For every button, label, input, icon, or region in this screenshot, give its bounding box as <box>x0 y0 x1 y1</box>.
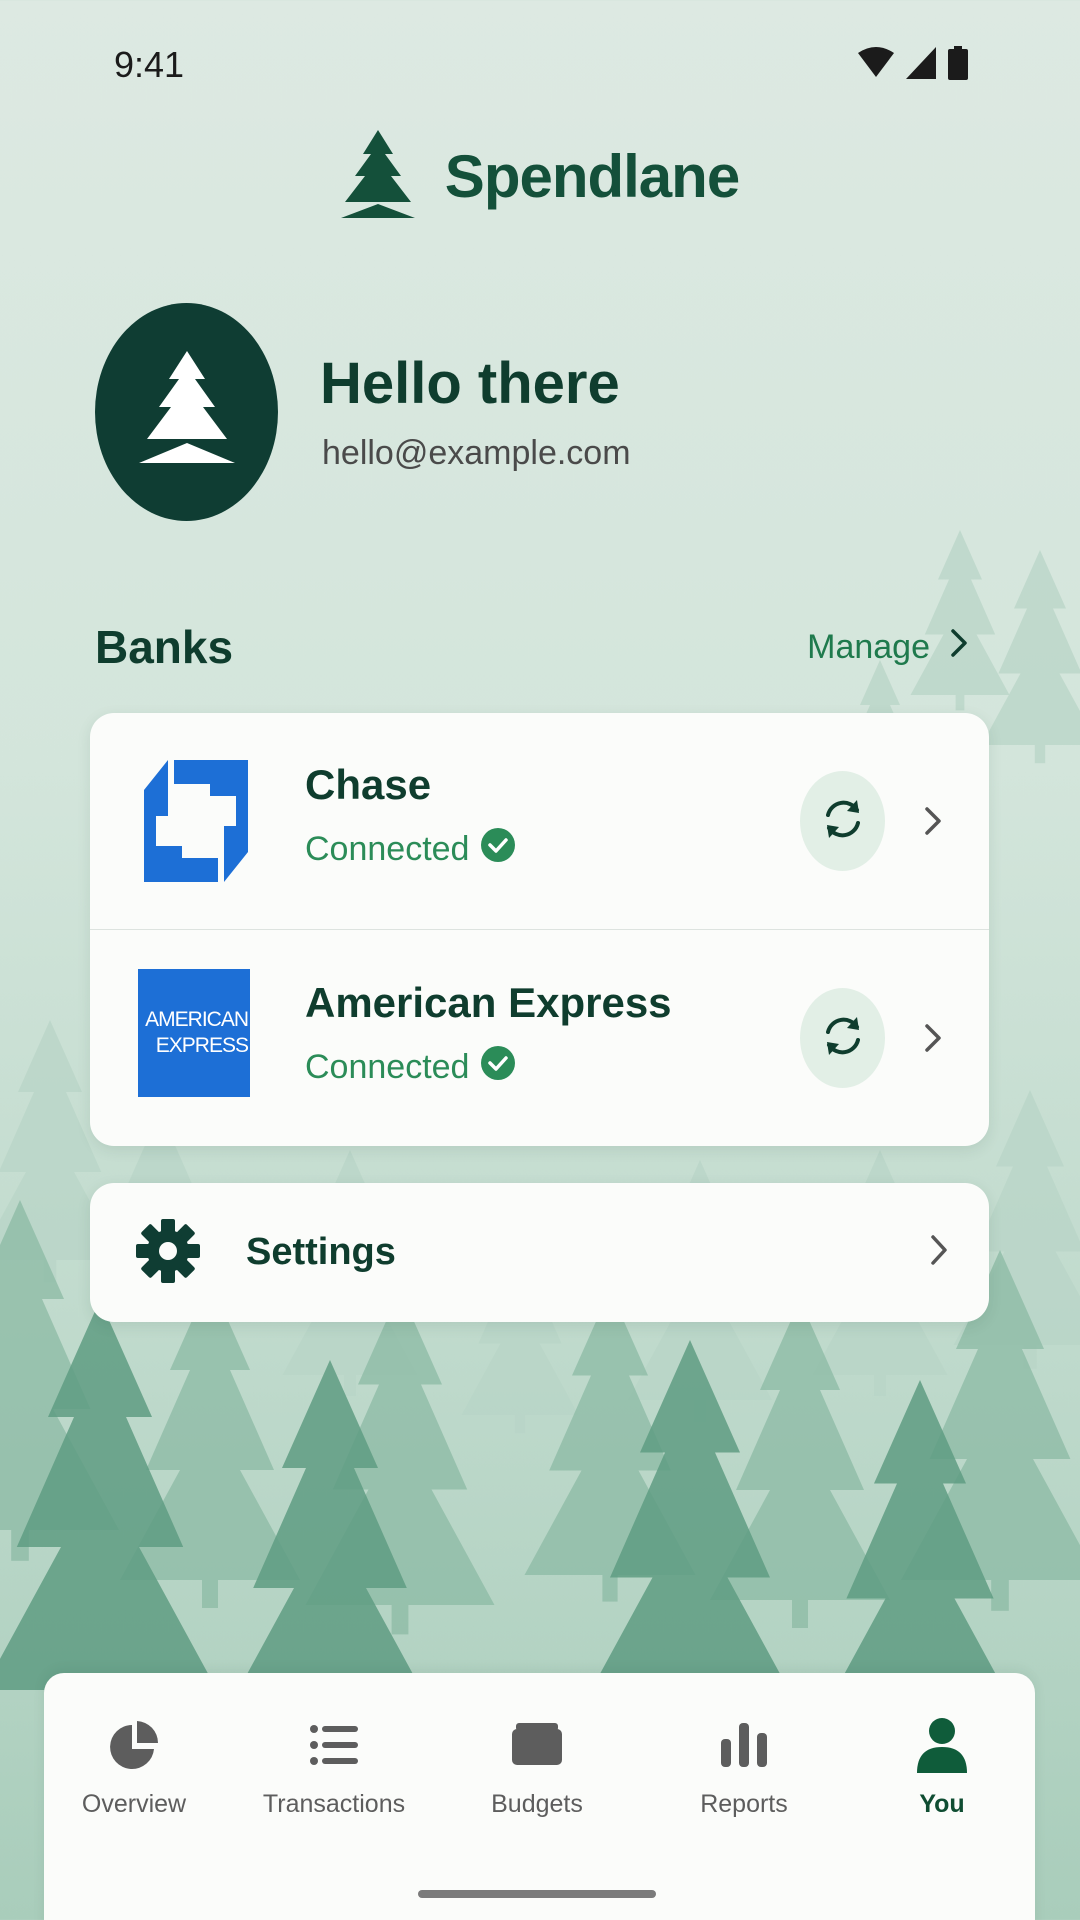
signal-icon <box>906 47 936 79</box>
app-brand: Spendlane <box>0 130 1080 223</box>
manage-label: Manage <box>807 628 930 666</box>
status-icons <box>858 46 968 80</box>
amex-logo-line-2: EXPRESS <box>155 1034 249 1057</box>
pine-tree-icon <box>138 350 235 474</box>
person-icon <box>917 1717 967 1778</box>
settings-label: Settings <box>246 1231 396 1273</box>
list-icon <box>310 1717 358 1778</box>
bank-name: American Express <box>305 979 672 1026</box>
home-indicator[interactable] <box>418 1890 656 1898</box>
bank-name: Chase <box>305 761 432 808</box>
nav-item-reports[interactable]: Reports <box>654 1717 834 1819</box>
gear-icon <box>136 1219 200 1288</box>
profile-email: hello@example.com <box>322 434 631 472</box>
refresh-amex-button[interactable] <box>800 988 885 1088</box>
manage-banks-link[interactable]: Manage <box>807 628 968 667</box>
nav-item-budgets[interactable]: Budgets <box>447 1717 627 1819</box>
bank-status: Connected <box>305 828 516 871</box>
bottom-navigation: Overview Transactions Budgets Reports Yo… <box>44 1673 1035 1920</box>
banks-card: Chase Connected AMERICAN EXPRESS America… <box>90 713 989 1146</box>
battery-icon <box>948 46 968 80</box>
nav-label: You <box>919 1790 965 1818</box>
amex-logo-line-1: AMERICAN <box>145 1007 249 1031</box>
chase-logo <box>138 759 253 883</box>
nav-label: Reports <box>700 1790 788 1818</box>
nav-item-you[interactable]: You <box>852 1717 1032 1819</box>
amex-logo: AMERICAN EXPRESS <box>138 969 250 1097</box>
chevron-right-icon <box>924 1023 942 1058</box>
check-circle-icon <box>481 1046 516 1089</box>
wifi-icon <box>858 47 894 79</box>
avatar[interactable] <box>95 303 278 521</box>
bank-status-label: Connected <box>305 830 470 868</box>
chevron-right-icon <box>930 1234 948 1271</box>
bar-chart-icon <box>721 1717 767 1778</box>
wallet-icon <box>512 1717 562 1778</box>
nav-label: Overview <box>81 1790 187 1818</box>
check-circle-icon <box>481 828 516 871</box>
nav-label: Transactions <box>262 1790 406 1818</box>
banks-section-title: Banks <box>95 621 234 673</box>
refresh-icon <box>821 1014 865 1063</box>
chevron-right-icon <box>950 628 968 667</box>
pine-tree-icon <box>340 130 415 223</box>
bank-status: Connected <box>305 1046 516 1089</box>
nav-label: Budgets <box>491 1790 583 1818</box>
app-name: Spendlane <box>444 143 740 210</box>
profile-greeting: Hello there <box>320 351 620 416</box>
status-time: 9:41 <box>114 44 185 85</box>
bank-status-label: Connected <box>305 1048 470 1086</box>
pie-chart-icon <box>110 1717 159 1778</box>
refresh-icon <box>821 797 865 846</box>
settings-row[interactable]: Settings <box>90 1183 989 1322</box>
nav-item-overview[interactable]: Overview <box>44 1717 224 1819</box>
refresh-chase-button[interactable] <box>800 771 885 871</box>
nav-item-transactions[interactable]: Transactions <box>244 1717 424 1819</box>
chevron-right-icon <box>924 806 942 841</box>
